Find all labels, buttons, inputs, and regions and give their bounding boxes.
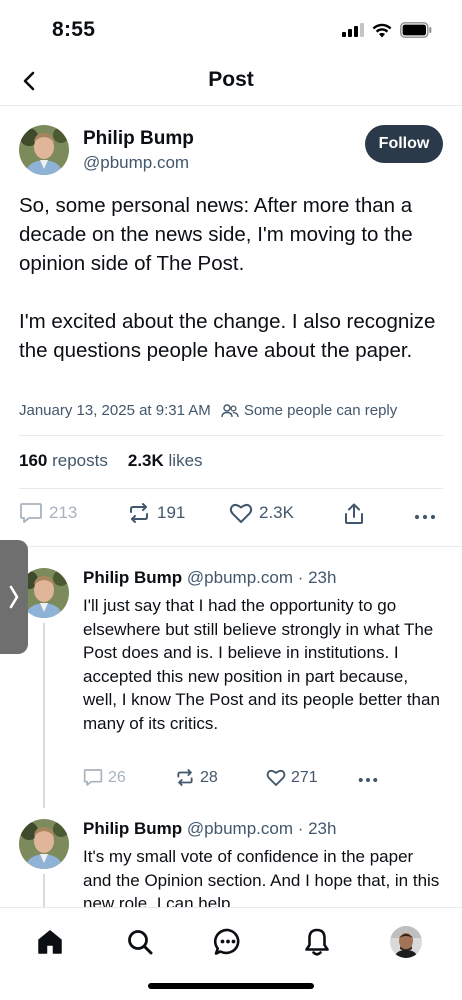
post-timestamp: January 13, 2025 at 9:31 AM bbox=[19, 402, 211, 419]
thread-separator bbox=[0, 546, 462, 547]
reposts-label: reposts bbox=[52, 451, 108, 470]
reply-button[interactable]: 26 bbox=[83, 768, 126, 787]
tab-search[interactable] bbox=[122, 924, 158, 960]
likes-count: 2.3K bbox=[127, 451, 164, 470]
speech-bubble-icon bbox=[20, 503, 42, 523]
profile-avatar bbox=[390, 926, 422, 958]
nav-header: Post bbox=[0, 56, 462, 106]
thread-line bbox=[43, 623, 45, 808]
tab-chat[interactable] bbox=[210, 924, 246, 960]
reply-post[interactable]: Philip Bump @pbump.com · 23h It's my sma… bbox=[0, 819, 462, 909]
author-avatar[interactable] bbox=[19, 125, 69, 175]
like-button[interactable]: 2.3K bbox=[229, 502, 294, 524]
battery-icon bbox=[400, 22, 432, 38]
like-count: 2.3K bbox=[259, 503, 294, 522]
author-name[interactable]: Philip Bump bbox=[83, 128, 194, 150]
reposts-stat[interactable]: 160 reposts bbox=[19, 451, 108, 471]
status-bar: 8:55 bbox=[0, 0, 462, 56]
avatar-image bbox=[19, 819, 69, 869]
status-time: 8:55 bbox=[52, 18, 96, 41]
reply-count: 26 bbox=[108, 768, 126, 786]
like-button[interactable]: 271 bbox=[266, 768, 318, 787]
more-button[interactable] bbox=[413, 506, 437, 528]
reply-header: Philip Bump @pbump.com · 23h bbox=[83, 568, 336, 588]
chevron-right-icon bbox=[9, 585, 19, 609]
reply-age: · 23h bbox=[297, 819, 337, 838]
more-button[interactable] bbox=[357, 770, 379, 790]
reply-post[interactable]: Philip Bump @pbump.com · 23h I'll just s… bbox=[0, 568, 462, 808]
author-handle[interactable]: @pbump.com bbox=[83, 153, 189, 173]
reply-text: It's my small vote of confidence in the … bbox=[83, 847, 440, 909]
share-button[interactable] bbox=[343, 502, 365, 526]
people-icon bbox=[221, 403, 239, 417]
reply-header: Philip Bump @pbump.com · 23h bbox=[83, 819, 336, 839]
cellular-signal-icon bbox=[342, 23, 364, 37]
reply-author-handle[interactable]: @pbump.com bbox=[187, 568, 293, 587]
likes-label: likes bbox=[168, 451, 203, 470]
reply-setting[interactable]: Some people can reply bbox=[221, 402, 397, 419]
reply-text: I'll just say that I had the opportunity… bbox=[83, 596, 440, 733]
like-count: 271 bbox=[291, 768, 318, 786]
chat-icon bbox=[213, 928, 240, 955]
reply-actions: 26 28 271 bbox=[83, 768, 393, 792]
repost-button[interactable]: 191 bbox=[127, 502, 185, 524]
home-indicator bbox=[148, 983, 314, 989]
wifi-icon bbox=[372, 23, 392, 37]
repost-arrows-icon bbox=[130, 503, 148, 523]
divider bbox=[19, 435, 443, 436]
heart-icon bbox=[229, 504, 253, 523]
share-icon bbox=[345, 503, 363, 524]
reply-author-handle[interactable]: @pbump.com bbox=[187, 819, 293, 838]
repost-button[interactable]: 28 bbox=[175, 768, 218, 787]
heart-icon bbox=[266, 769, 286, 786]
ellipsis-icon bbox=[414, 514, 436, 520]
home-icon bbox=[38, 930, 62, 954]
repost-count: 191 bbox=[157, 503, 186, 522]
reply-author-name[interactable]: Philip Bump bbox=[83, 819, 182, 838]
repost-count: 28 bbox=[200, 768, 218, 786]
reply-count: 213 bbox=[49, 503, 78, 522]
reply-avatar[interactable] bbox=[19, 819, 69, 869]
status-icons bbox=[342, 22, 432, 38]
search-icon bbox=[128, 930, 153, 955]
reply-button[interactable]: 213 bbox=[19, 502, 77, 524]
follow-button[interactable]: Follow bbox=[365, 125, 443, 163]
avatar-image bbox=[19, 125, 69, 175]
bell-icon bbox=[305, 928, 329, 956]
tab-home[interactable] bbox=[32, 924, 68, 960]
repost-arrows-icon bbox=[177, 769, 193, 786]
page-title: Post bbox=[208, 68, 254, 91]
post-meta: January 13, 2025 at 9:31 AM Some people … bbox=[19, 402, 397, 419]
reply-author-name[interactable]: Philip Bump bbox=[83, 568, 182, 587]
speech-bubble-icon bbox=[83, 769, 103, 786]
tab-profile[interactable] bbox=[388, 924, 424, 960]
tab-notifications[interactable] bbox=[299, 924, 335, 960]
post-stats: 160 reposts 2.3K likes bbox=[19, 451, 203, 471]
reposts-count: 160 bbox=[19, 451, 48, 470]
reply-age: · 23h bbox=[297, 568, 337, 587]
thread-line bbox=[43, 874, 45, 909]
divider bbox=[19, 488, 443, 489]
reply-setting-label: Some people can reply bbox=[243, 402, 398, 419]
ellipsis-icon bbox=[358, 778, 378, 782]
post-text: So, some personal news: After more than … bbox=[19, 194, 436, 362]
post-actions: 213 191 2.3K bbox=[19, 502, 443, 532]
avatar-image bbox=[390, 926, 422, 958]
likes-stat[interactable]: 2.3K likes bbox=[128, 451, 203, 471]
side-drawer-handle[interactable] bbox=[0, 540, 28, 654]
